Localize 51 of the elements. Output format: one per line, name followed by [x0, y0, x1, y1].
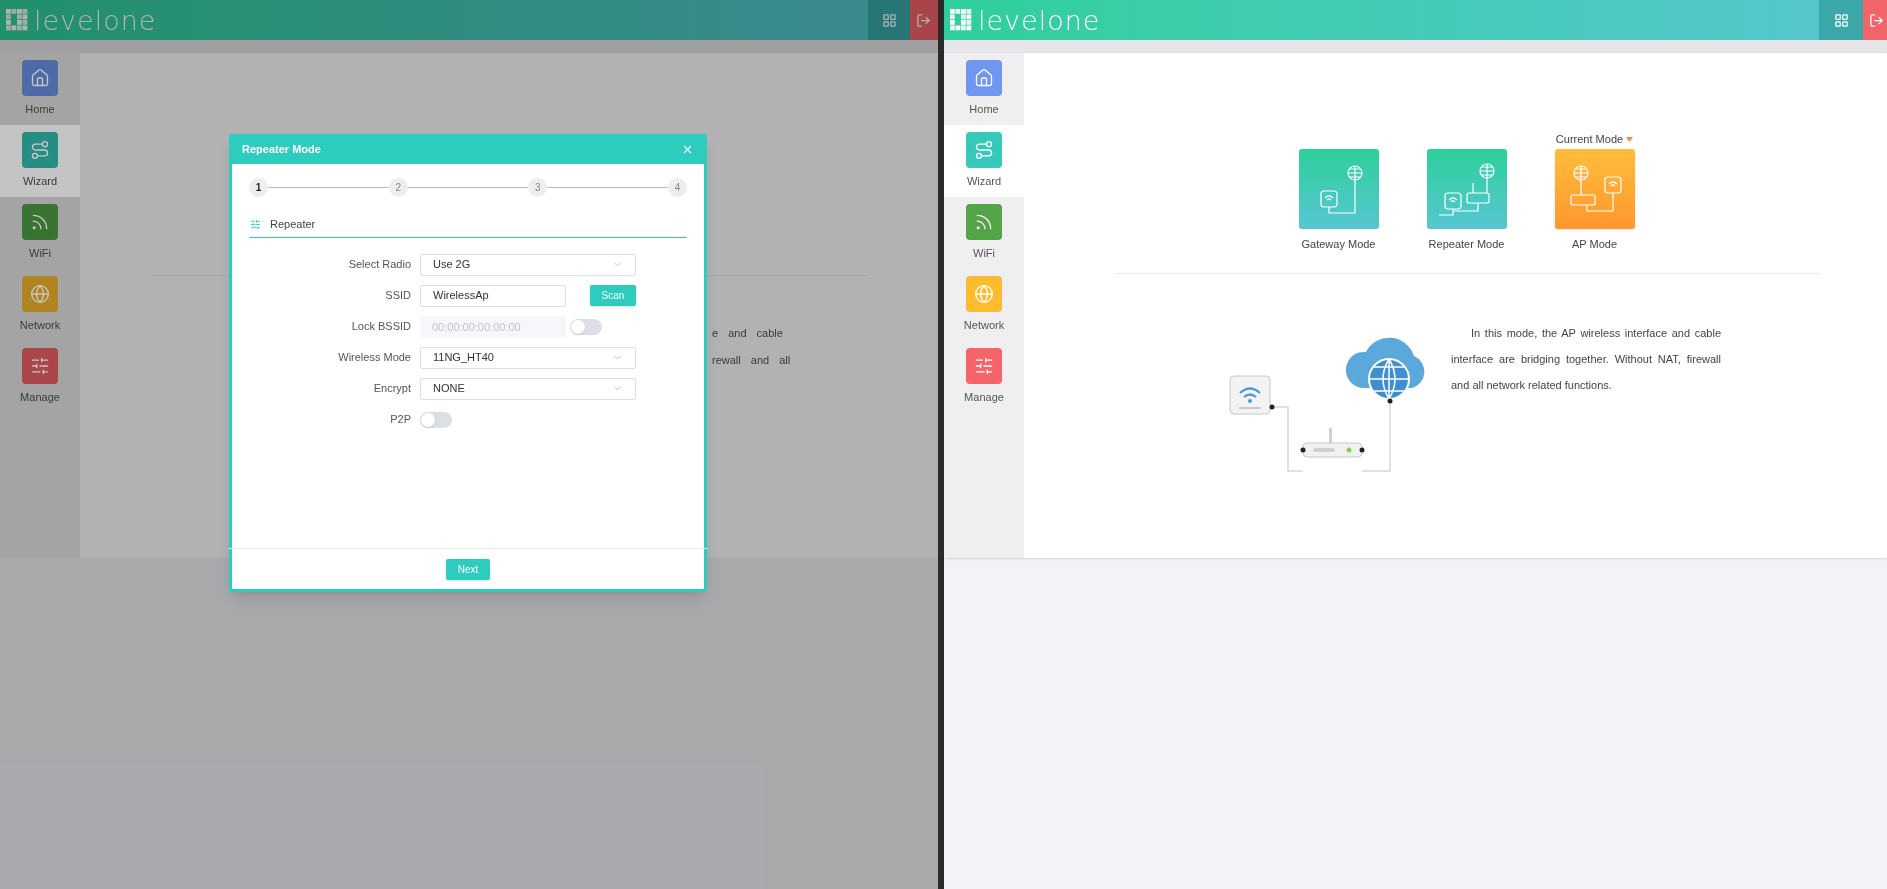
- current-mode-label: Current Mode: [1555, 130, 1634, 148]
- section-title: Repeater: [270, 217, 316, 232]
- mode-label: Gateway Mode: [1301, 237, 1376, 252]
- globe-icon: [974, 284, 994, 305]
- logout-button[interactable]: [910, 0, 938, 40]
- step-marker: 3: [528, 178, 548, 197]
- home-icon: [30, 68, 50, 89]
- mode-label: AP Mode: [1571, 237, 1618, 252]
- logo: levelone: [34, 6, 157, 34]
- select-field[interactable]: 11NG_HT40: [420, 346, 636, 369]
- sliders-icon: [974, 356, 994, 377]
- mode-label: Repeater Mode: [1428, 237, 1505, 252]
- grid-icon: [1833, 12, 1849, 28]
- field-label: SSID: [384, 288, 411, 304]
- sidebar-item[interactable]: Wizard: [944, 125, 1024, 197]
- dialog-title: Repeater Mode: [242, 141, 322, 157]
- mode-card[interactable]: [1426, 149, 1507, 229]
- sliders-icon: [30, 356, 50, 377]
- text-field[interactable]: WirelessAp: [420, 284, 566, 307]
- globe-icon: [30, 284, 50, 305]
- home-icon: [974, 68, 994, 89]
- step-marker: 4: [668, 178, 687, 197]
- mode-card[interactable]: [1298, 149, 1379, 229]
- field-label: Wireless Mode: [337, 350, 411, 366]
- step-marker: 2: [388, 178, 408, 197]
- mode-description: In this mode, the AP wireless interface and cable interface are bridging together. Without NAT, firewall and all network related functions.: [1451, 325, 1721, 393]
- logout-button[interactable]: [1863, 0, 1887, 40]
- logout-icon: [916, 12, 931, 28]
- field-label: Select Radio: [347, 257, 411, 273]
- sidebar-item[interactable]: Wizard: [0, 125, 80, 197]
- field-label: P2P: [389, 412, 411, 428]
- route-icon: [30, 140, 50, 161]
- apps-button[interactable]: [868, 0, 910, 40]
- grid-icon: [881, 12, 897, 28]
- logo-mark-icon: [6, 9, 28, 31]
- select-field[interactable]: NONE: [420, 377, 636, 400]
- select-field[interactable]: Use 2G: [420, 253, 636, 276]
- toggle-switch[interactable]: [420, 411, 452, 428]
- sliders-icon: [250, 218, 261, 230]
- description-text: e and cable: [712, 326, 784, 341]
- caret-icon: [1626, 136, 1634, 142]
- step-marker: 1: [249, 178, 268, 197]
- apps-button[interactable]: [1819, 0, 1863, 40]
- description-text: rewall and all: [712, 352, 792, 368]
- logout-icon: [1869, 12, 1884, 28]
- logo-mark-icon: [950, 9, 972, 31]
- mode-card[interactable]: [1554, 149, 1635, 229]
- route-icon: [974, 140, 994, 161]
- logo: levelone: [978, 6, 1101, 34]
- field-label: Encrypt: [372, 381, 411, 397]
- field-label: Lock BSSID: [350, 319, 411, 335]
